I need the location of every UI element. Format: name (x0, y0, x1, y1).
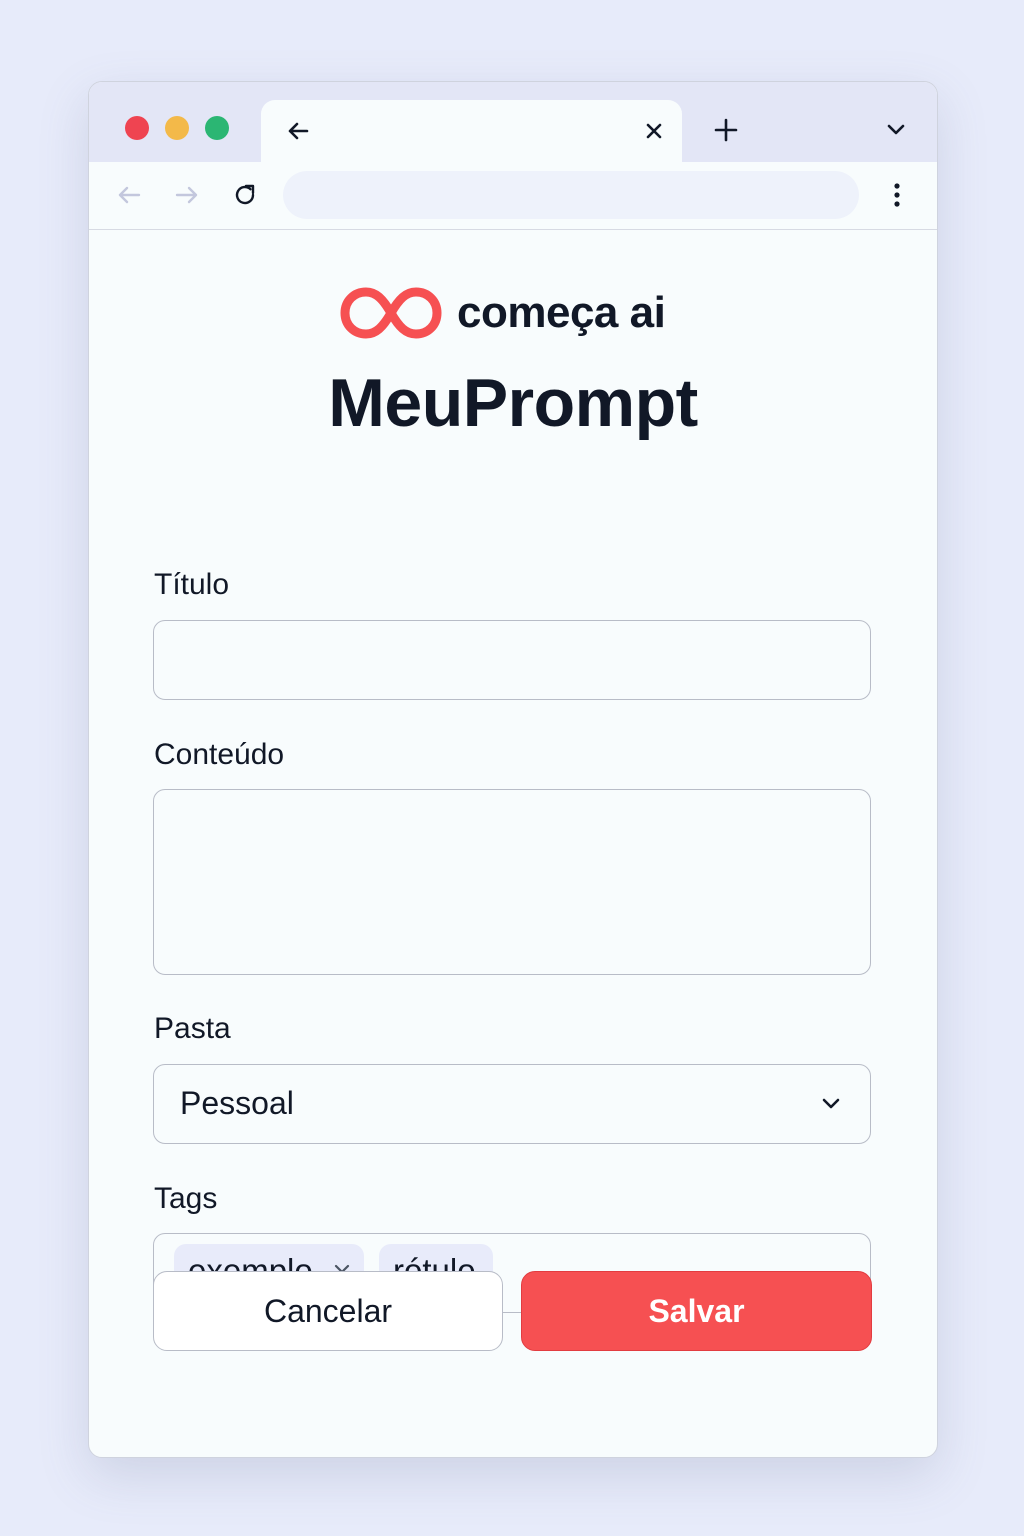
folder-selected-value: Pessoal (180, 1085, 294, 1121)
active-tab[interactable] (261, 100, 682, 162)
tab-bar (89, 82, 937, 162)
plus-icon[interactable] (711, 115, 741, 145)
page-content: começa ai MeuPrompt Título Conteúdo Past… (89, 230, 937, 1457)
more-vertical-icon[interactable] (882, 179, 912, 211)
maximize-window-button[interactable] (205, 116, 229, 140)
tags-label: Tags (154, 1182, 218, 1215)
arrow-left-icon[interactable] (283, 116, 313, 146)
forward-icon[interactable] (171, 179, 203, 211)
content-textarea[interactable] (153, 789, 871, 975)
save-button[interactable]: Salvar (521, 1271, 872, 1351)
content-label: Conteúdo (154, 738, 285, 771)
back-icon[interactable] (113, 179, 145, 211)
close-tab-icon[interactable] (639, 116, 669, 146)
brand-name: começa ai (457, 288, 666, 337)
minimize-window-button[interactable] (165, 116, 189, 140)
browser-toolbar (89, 162, 937, 230)
browser-window: começa ai MeuPrompt Título Conteúdo Past… (88, 81, 938, 1458)
brand-header: começa ai (339, 284, 739, 342)
page-title: MeuPrompt (328, 365, 698, 441)
folder-label: Pasta (154, 1012, 231, 1045)
close-window-button[interactable] (125, 116, 149, 140)
infinity-logo (340, 287, 442, 339)
reload-icon[interactable] (229, 179, 261, 211)
address-bar[interactable] (283, 171, 859, 219)
chevron-down-icon (822, 1098, 840, 1109)
title-label: Título (154, 568, 230, 601)
chevron-down-icon[interactable] (881, 115, 911, 145)
title-input[interactable] (153, 620, 871, 700)
cancel-button[interactable]: Cancelar (153, 1271, 503, 1351)
folder-select[interactable]: Pessoal (153, 1064, 871, 1144)
